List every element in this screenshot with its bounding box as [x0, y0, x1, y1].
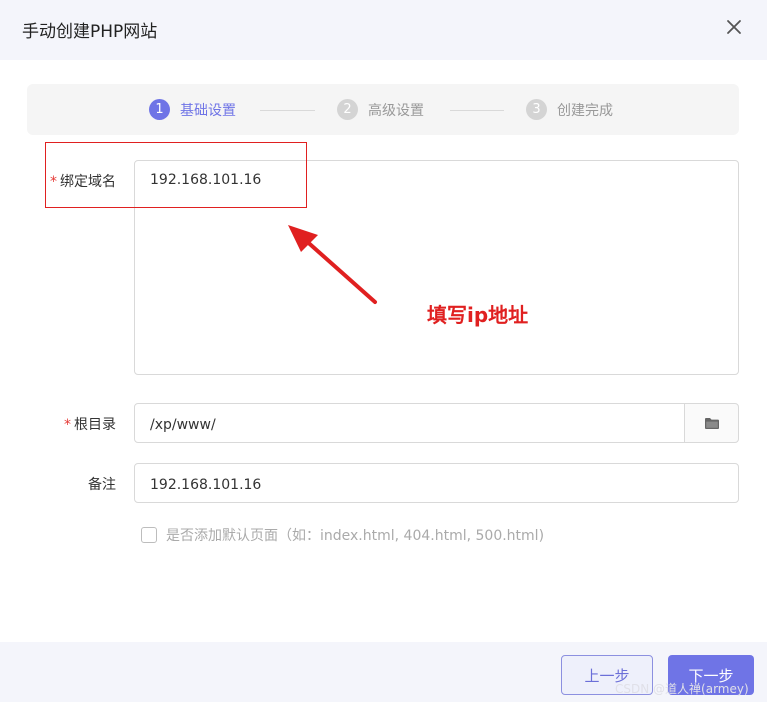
annotation-text: 填写ip地址 — [427, 303, 529, 327]
annotation-arrow — [288, 225, 377, 304]
watermark: CSDN @道人禅(armey) — [615, 682, 749, 696]
